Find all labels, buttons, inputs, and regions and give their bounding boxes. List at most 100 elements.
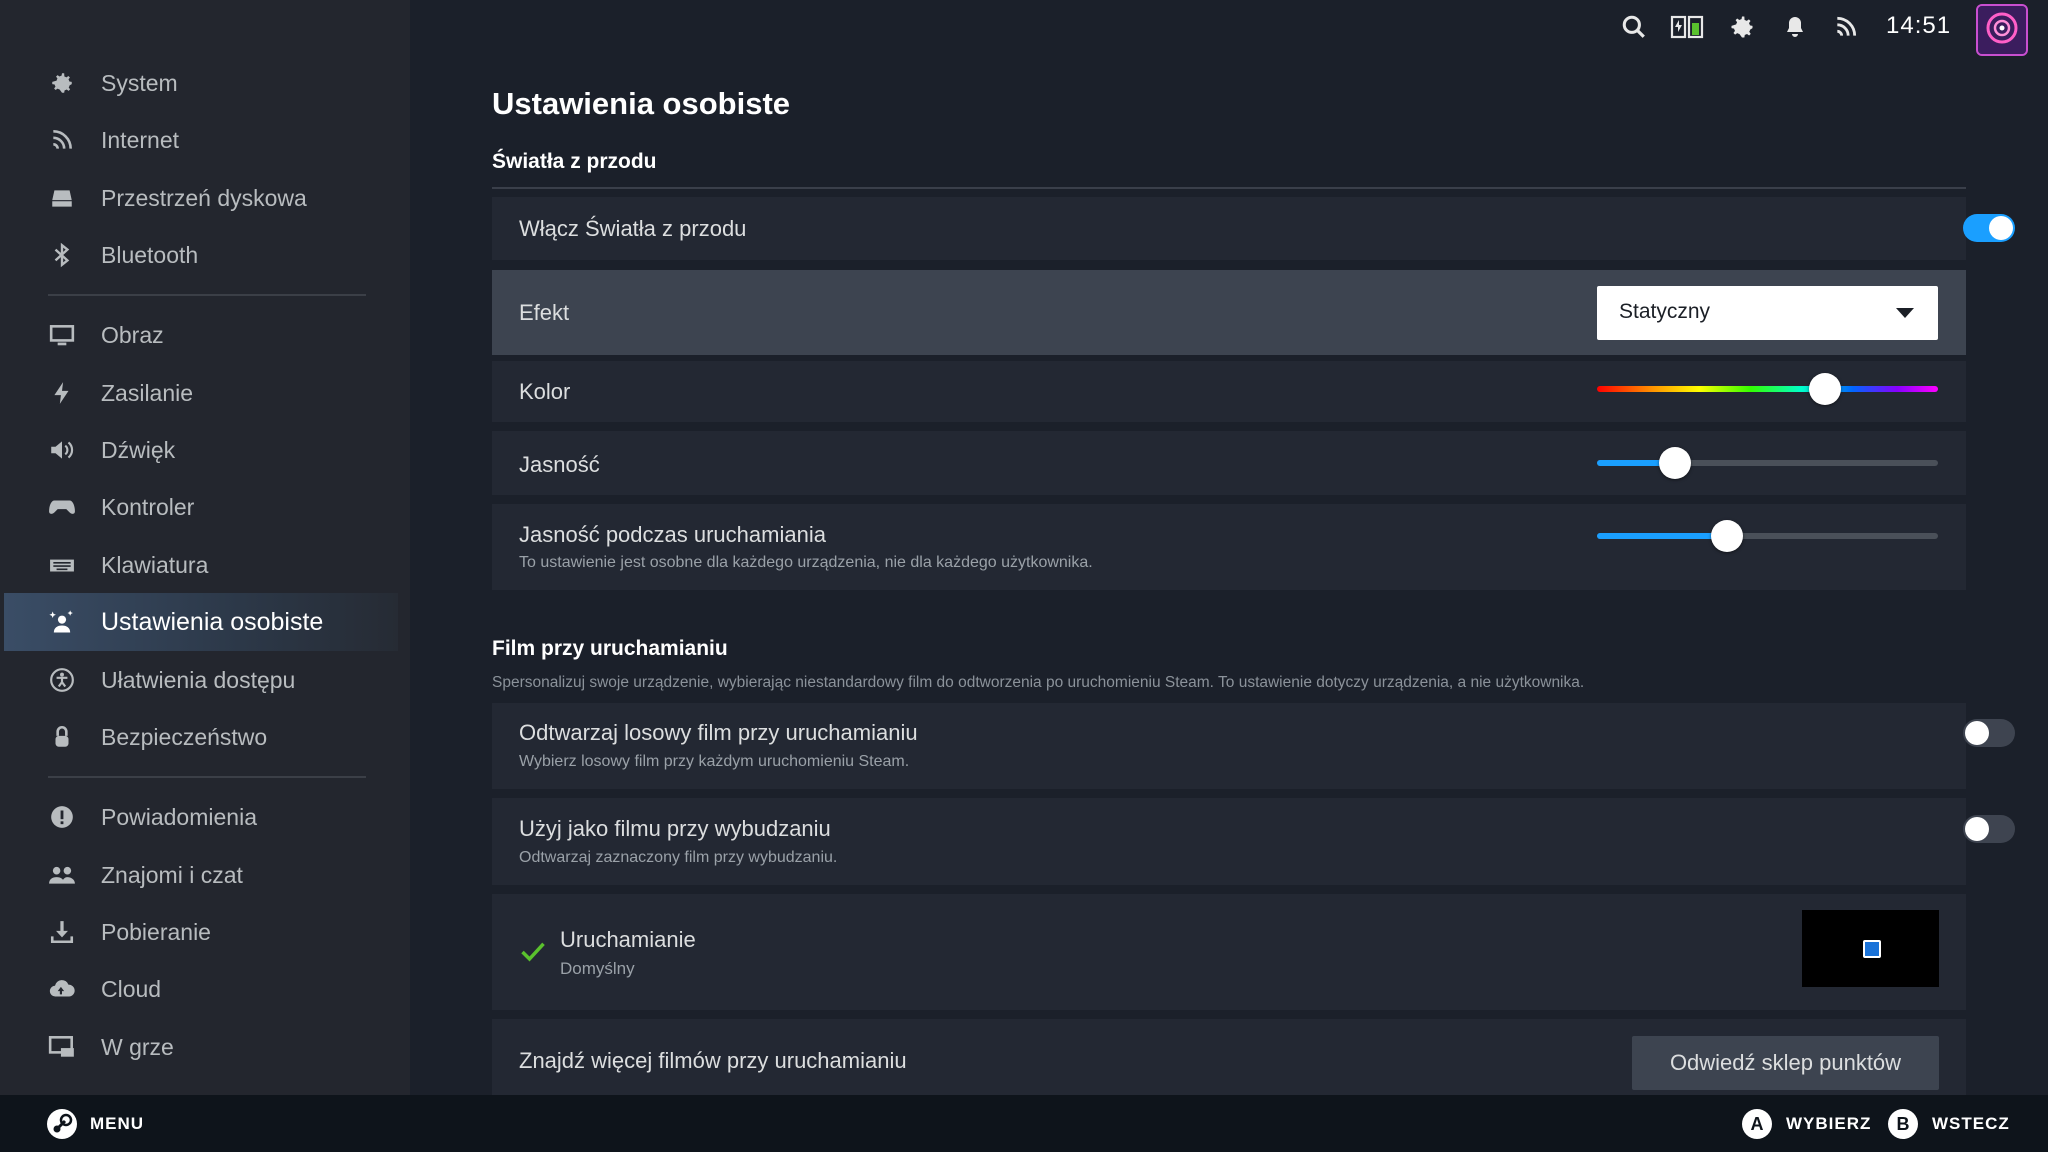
boot-brightness-label: Jasność podczas uruchamiania <box>519 522 826 547</box>
sidebar-item-controller[interactable]: Kontroler <box>4 478 398 536</box>
keyboard-icon <box>45 548 79 582</box>
visit-points-shop-label: Odwiedź sklep punktów <box>1669 1050 1902 1075</box>
brightness-slider[interactable] <box>1597 447 1938 479</box>
wake-movie-sub: Odtwarzaj zaznaczony film przy wybudzani… <box>519 849 838 866</box>
steam-deck-logo-icon <box>1863 940 1881 958</box>
sidebar-item-display[interactable]: Obraz <box>4 306 398 364</box>
wake-movie-label: Użyj jako filmu przy wybudzaniu <box>519 816 831 841</box>
sidebar-item-security[interactable]: Bezpieczeństwo <box>4 708 398 766</box>
sidebar: System Internet Przestrzeń dyskowa Bluet… <box>0 0 410 1095</box>
display-icon <box>45 318 79 352</box>
boot-brightness-slider-fill <box>1597 533 1727 539</box>
brightness-label: Jasność <box>519 452 600 477</box>
sidebar-item-label: Ustawienia osobiste <box>101 607 324 636</box>
color-label: Kolor <box>519 379 571 404</box>
sidebar-item-label: Internet <box>101 126 179 153</box>
sidebar-divider <box>48 776 366 778</box>
random-movie-sub: Wybierz losowy film przy każdym uruchomi… <box>519 753 910 770</box>
sidebar-divider <box>48 294 366 296</box>
chevron-down-icon <box>1896 308 1914 318</box>
back-hint[interactable]: WSTECZ <box>1932 1114 2010 1134</box>
sidebar-item-internet[interactable]: Internet <box>4 111 398 169</box>
sidebar-item-label: W grze <box>101 1033 174 1060</box>
download-icon <box>45 915 79 949</box>
selected-movie-row[interactable]: Uruchamianie Domyślny <box>492 894 1966 1010</box>
sidebar-item-label: Przestrzeń dyskowa <box>101 184 307 211</box>
steam-logo-icon[interactable] <box>46 1108 78 1140</box>
toggle-knob <box>1965 721 1989 745</box>
sidebar-item-downloads[interactable]: Pobieranie <box>4 903 398 961</box>
section-title-startup-movie: Film przy uruchamianiu <box>492 637 728 660</box>
sidebar-item-power[interactable]: Zasilanie <box>4 364 398 422</box>
selected-movie-title: Uruchamianie <box>560 927 696 952</box>
random-movie-label: Odtwarzaj losowy film przy uruchamianiu <box>519 720 918 745</box>
sidebar-item-accessibility[interactable]: Ułatwienia dostępu <box>4 651 398 709</box>
section-title-front-lights: Światła z przodu <box>492 150 657 173</box>
sidebar-item-notifications[interactable]: Powiadomienia <box>4 788 398 846</box>
select-hint[interactable]: WYBIERZ <box>1786 1114 1871 1134</box>
wake-movie-toggle[interactable] <box>1963 815 2015 843</box>
sidebar-item-system[interactable]: System <box>4 54 398 112</box>
sidebar-item-label: System <box>101 69 178 96</box>
friends-icon <box>45 858 79 892</box>
wake-movie-row[interactable]: Użyj jako filmu przy wybudzaniu Odtwarza… <box>492 798 2015 885</box>
sidebar-item-keyboard[interactable]: Klawiatura <box>4 536 398 594</box>
movie-thumbnail[interactable] <box>1802 910 1939 987</box>
boot-brightness-slider-knob[interactable] <box>1710 520 1743 552</box>
sidebar-item-personalization[interactable]: Ustawienia osobiste <box>4 593 398 651</box>
gamepad-icon <box>45 490 79 524</box>
sidebar-item-label: Znajomi i czat <box>101 861 243 888</box>
sidebar-item-cloud[interactable]: Cloud <box>4 960 398 1018</box>
enable-lights-row[interactable]: Włącz Światła z przodu <box>492 197 2015 260</box>
effect-dropdown[interactable]: Statyczny <box>1597 286 1938 340</box>
sidebar-item-label: Ułatwienia dostępu <box>101 666 296 693</box>
find-more-label: Znajdź więcej filmów przy uruchamianiu <box>519 1048 907 1073</box>
b-button-icon: B <box>1888 1109 1918 1139</box>
person-sparkle-icon <box>45 605 79 639</box>
toggle-knob <box>1989 216 2013 240</box>
sidebar-item-storage[interactable]: Przestrzeń dyskowa <box>4 169 398 227</box>
visit-points-shop-button[interactable]: Odwiedź sklep punktów <box>1632 1036 1939 1090</box>
random-movie-toggle[interactable] <box>1963 719 2015 747</box>
sidebar-item-label: Dźwięk <box>101 436 176 463</box>
sidebar-item-ingame[interactable]: W grze <box>4 1018 398 1076</box>
sidebar-item-friends[interactable]: Znajomi i czat <box>4 846 398 904</box>
boot-brightness-row: Jasność podczas uruchamiania To ustawien… <box>492 504 1966 590</box>
bolt-icon <box>45 376 79 410</box>
speaker-icon <box>45 433 79 467</box>
sidebar-item-sound[interactable]: Dźwięk <box>4 421 398 479</box>
random-movie-row[interactable]: Odtwarzaj losowy film przy uruchamianiu … <box>492 703 2015 789</box>
menu-label[interactable]: MENU <box>90 1114 144 1134</box>
enable-lights-toggle[interactable] <box>1963 214 2015 242</box>
sidebar-item-label: Powiadomienia <box>101 803 257 830</box>
sidebar-item-label: Zasilanie <box>101 379 194 406</box>
storage-icon <box>45 181 79 215</box>
boot-brightness-slider[interactable] <box>1597 520 1938 552</box>
ingame-icon <box>45 1030 79 1064</box>
boot-brightness-sub: To ustawienie jest osobne dla każdego ur… <box>519 554 1093 571</box>
sidebar-item-label: Cloud <box>101 975 162 1002</box>
page-title: Ustawienia osobiste <box>492 86 791 121</box>
checkmark-icon <box>519 938 547 966</box>
alert-icon <box>45 800 79 834</box>
sidebar-item-bluetooth[interactable]: Bluetooth <box>4 226 398 284</box>
main-content: Ustawienia osobiste Światła z przodu Włą… <box>410 0 2048 1095</box>
accessibility-icon <box>45 663 79 697</box>
cloud-icon <box>45 972 79 1006</box>
toggle-knob <box>1965 817 1989 841</box>
sidebar-item-label: Klawiatura <box>101 551 209 578</box>
sidebar-item-label: Pobieranie <box>101 918 211 945</box>
wifi-icon <box>45 123 79 157</box>
enable-lights-label: Włącz Światła z przodu <box>519 216 747 241</box>
a-button-icon: A <box>1742 1109 1772 1139</box>
effect-dropdown-value: Statyczny <box>1619 300 1711 323</box>
selected-movie-sub: Domyślny <box>560 959 635 978</box>
bluetooth-icon <box>45 238 79 272</box>
section-desc-startup-movie: Spersonalizuj swoje urządzenie, wybieraj… <box>492 674 1585 691</box>
sidebar-item-label: Bluetooth <box>101 241 199 268</box>
sidebar-item-label: Obraz <box>101 321 164 348</box>
color-slider[interactable] <box>1597 373 1938 405</box>
sidebar-item-label: Kontroler <box>101 493 195 520</box>
sidebar-item-label: Bezpieczeństwo <box>101 723 268 750</box>
section-divider <box>492 187 1966 189</box>
